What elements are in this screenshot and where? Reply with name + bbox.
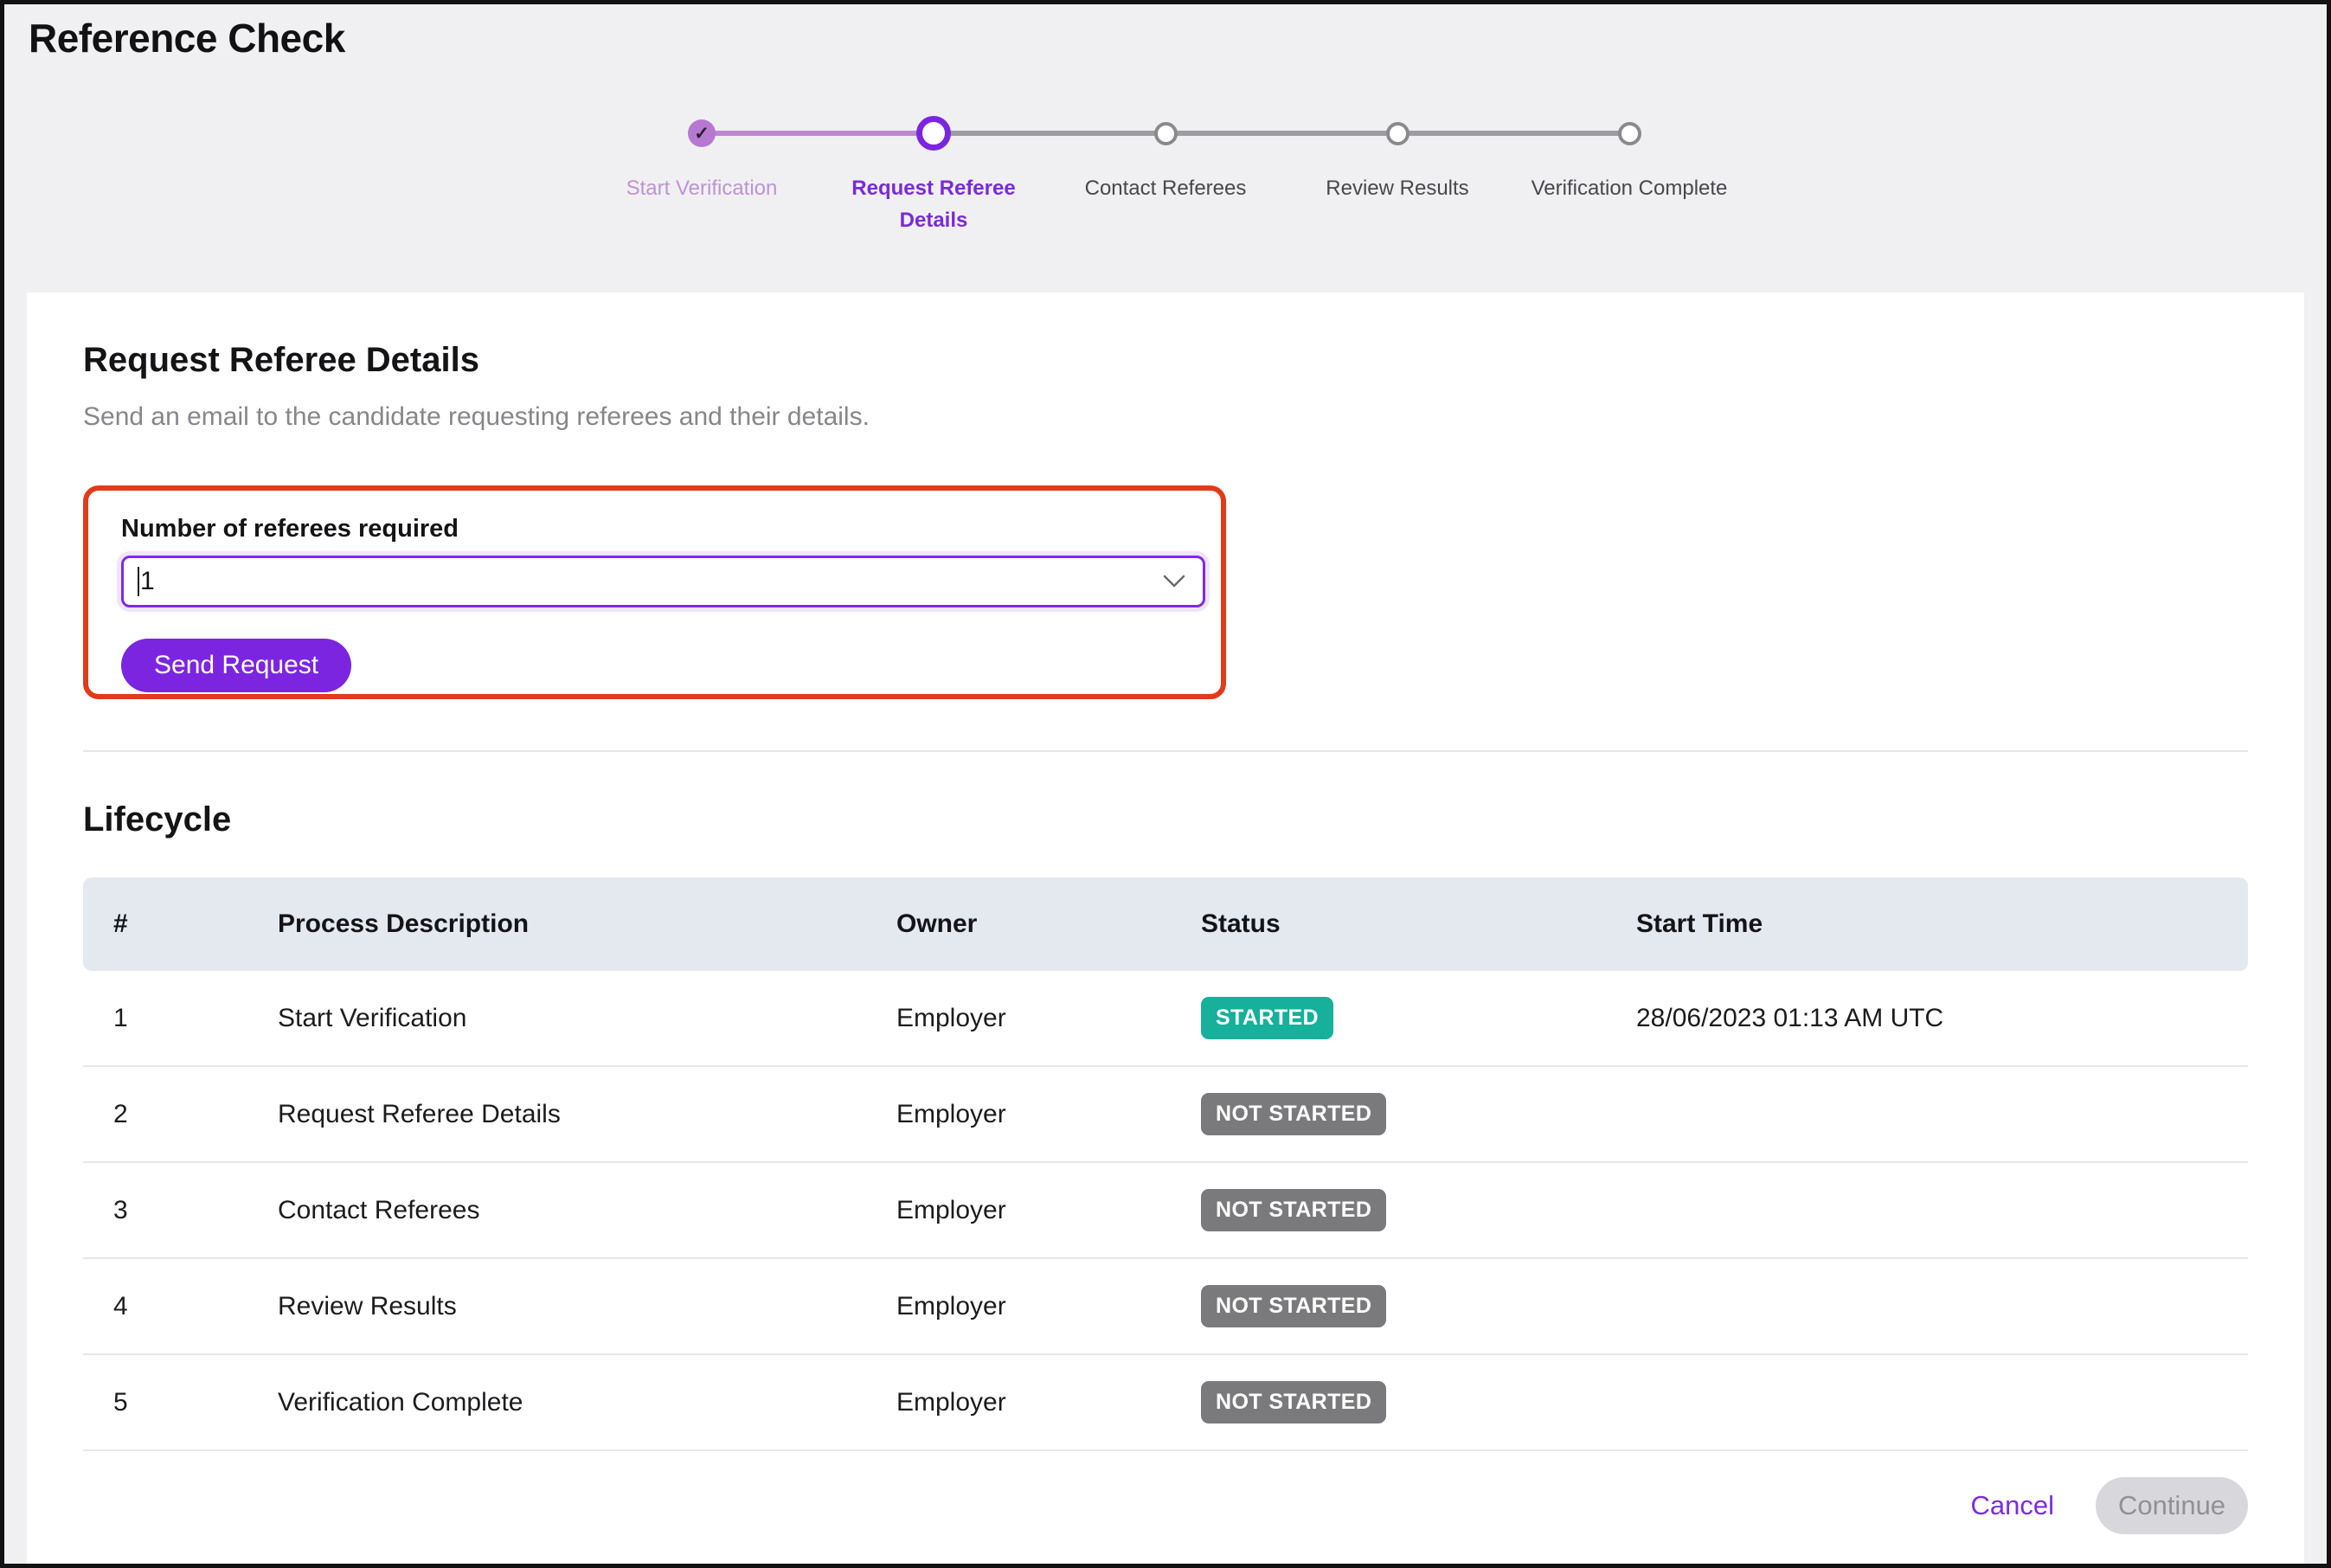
step-circle-completed: ✓ xyxy=(688,119,716,147)
status-badge: NOT STARTED xyxy=(1201,1285,1386,1327)
col-header-owner: Owner xyxy=(896,909,1201,939)
lifecycle-heading: Lifecycle xyxy=(83,800,2248,839)
col-header-description: Process Description xyxy=(278,909,896,939)
chevron-down-icon xyxy=(1163,575,1185,588)
cell-owner: Employer xyxy=(896,1292,1201,1321)
step-label: Verification Complete xyxy=(1532,172,1728,204)
table-row: 3 Contact Referees Employer NOT STARTED xyxy=(83,1163,2248,1259)
page-title: Reference Check xyxy=(4,4,2327,61)
progress-stepper: ✓ Start Verification Request Referee Det… xyxy=(586,100,1745,236)
check-icon: ✓ xyxy=(694,125,710,143)
step-request-referee-details[interactable]: Request Referee Details xyxy=(818,100,1050,236)
cell-description: Start Verification xyxy=(278,1004,896,1033)
cell-description: Request Referee Details xyxy=(278,1100,896,1129)
cell-owner: Employer xyxy=(896,1004,1201,1033)
col-header-start-time: Start Time xyxy=(1636,909,2248,939)
step-circle-upcoming xyxy=(1386,122,1410,145)
step-label: Start Verification xyxy=(626,172,778,204)
referees-required-select[interactable]: 1 xyxy=(121,556,1205,607)
cell-num: 5 xyxy=(113,1388,278,1417)
section-description: Send an email to the candidate requestin… xyxy=(83,402,2248,432)
cancel-button[interactable]: Cancel xyxy=(1971,1490,2055,1521)
step-circle-upcoming xyxy=(1154,122,1178,145)
status-badge: NOT STARTED xyxy=(1201,1093,1386,1135)
footer-actions: Cancel Continue xyxy=(83,1451,2248,1568)
cell-owner: Employer xyxy=(896,1196,1201,1225)
cell-description: Contact Referees xyxy=(278,1196,896,1225)
cell-start-time: 28/06/2023 01:13 AM UTC xyxy=(1636,1004,2248,1033)
step-label: Request Referee Details xyxy=(818,172,1050,236)
cell-owner: Employer xyxy=(896,1100,1201,1129)
step-contact-referees[interactable]: Contact Referees xyxy=(1050,100,1281,236)
table-row: 2 Request Referee Details Employer NOT S… xyxy=(83,1067,2248,1163)
cell-owner: Employer xyxy=(896,1388,1201,1417)
cell-num: 3 xyxy=(113,1196,278,1225)
cell-description: Verification Complete xyxy=(278,1388,896,1417)
step-verification-complete[interactable]: Verification Complete xyxy=(1513,100,1745,236)
status-badge: STARTED xyxy=(1201,997,1333,1039)
send-request-button[interactable]: Send Request xyxy=(121,639,351,692)
step-review-results[interactable]: Review Results xyxy=(1281,100,1513,236)
section-divider xyxy=(83,750,2248,752)
cell-num: 1 xyxy=(113,1004,278,1033)
table-row: 4 Review Results Employer NOT STARTED xyxy=(83,1259,2248,1355)
col-header-status: Status xyxy=(1201,909,1636,939)
table-row: 5 Verification Complete Employer NOT STA… xyxy=(83,1355,2248,1451)
section-heading: Request Referee Details xyxy=(83,341,2248,380)
step-circle-upcoming xyxy=(1618,122,1641,145)
step-label: Contact Referees xyxy=(1085,172,1247,204)
cell-num: 2 xyxy=(113,1100,278,1129)
content-card: Request Referee Details Send an email to… xyxy=(27,292,2304,1568)
text-cursor xyxy=(138,567,139,596)
status-badge: NOT STARTED xyxy=(1201,1189,1386,1231)
red-annotation-highlight: Number of referees required 1 Send Reque… xyxy=(83,485,1226,699)
table-row: 1 Start Verification Employer STARTED 28… xyxy=(83,971,2248,1067)
cell-num: 4 xyxy=(113,1292,278,1321)
step-label: Review Results xyxy=(1326,172,1468,204)
continue-button[interactable]: Continue xyxy=(2096,1477,2248,1534)
table-header-row: # Process Description Owner Status Start… xyxy=(83,877,2248,971)
lifecycle-table: # Process Description Owner Status Start… xyxy=(83,877,2248,1451)
cell-description: Review Results xyxy=(278,1292,896,1321)
topbar: Reference Check ✓ Start Verification Req… xyxy=(4,4,2327,292)
step-circle-active xyxy=(916,116,951,151)
reference-check-screen: Reference Check ✓ Start Verification Req… xyxy=(0,0,2331,1568)
referees-required-label: Number of referees required xyxy=(121,515,1221,543)
status-badge: NOT STARTED xyxy=(1201,1381,1386,1423)
step-start-verification[interactable]: ✓ Start Verification xyxy=(586,100,818,236)
referees-required-value: 1 xyxy=(140,567,1163,596)
col-header-num: # xyxy=(113,909,278,939)
